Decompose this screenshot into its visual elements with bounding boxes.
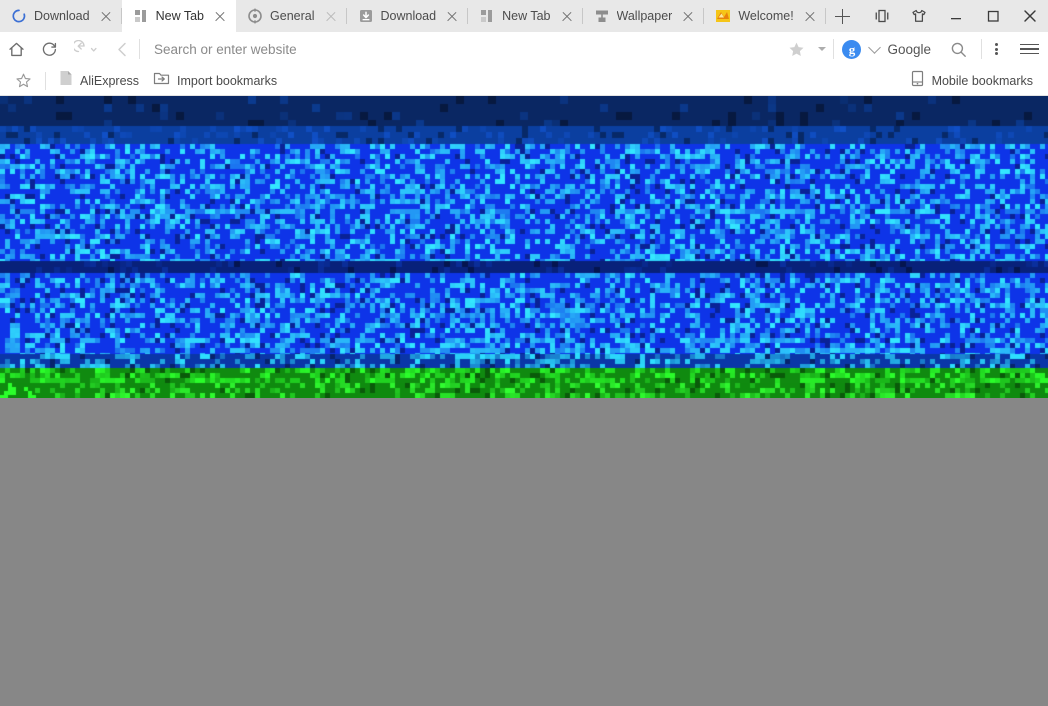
- mobile-phone-icon: [910, 70, 925, 92]
- reload-icon[interactable]: [33, 32, 66, 66]
- address-bar[interactable]: Search or enter website: [140, 32, 781, 66]
- window-controls: [863, 0, 1048, 32]
- bookmark-aliexpress[interactable]: AliExpress: [52, 69, 146, 93]
- corrupted-render-canvas: [0, 96, 1048, 398]
- tab-label: General: [270, 9, 315, 23]
- gear-target-icon: [247, 8, 263, 24]
- undo-arrow-icon[interactable]: [66, 32, 106, 66]
- star-outline-icon[interactable]: [781, 32, 811, 66]
- tab-new-tab-2[interactable]: New Tab: [468, 0, 583, 32]
- tab-close-button[interactable]: [321, 6, 341, 26]
- new-tab-button[interactable]: [826, 0, 860, 32]
- search-engine-selector[interactable]: g Google: [834, 32, 935, 66]
- navigation-toolbar: Search or enter website g Google: [0, 32, 1048, 66]
- google-badge-icon: g: [842, 39, 862, 59]
- chevron-left-icon[interactable]: [106, 32, 139, 66]
- bookmarks-divider: [45, 71, 46, 90]
- star-outline-icon: [16, 73, 31, 88]
- tshirt-icon[interactable]: [900, 0, 937, 32]
- bookmark-label: AliExpress: [80, 73, 140, 88]
- newtab-blocks-icon: [133, 8, 149, 24]
- chevron-down-icon: [868, 40, 882, 54]
- bookmark-import[interactable]: Import bookmarks: [146, 69, 284, 93]
- sidebar-panel-icon[interactable]: [863, 0, 900, 32]
- tab-wallpaper[interactable]: Wallpaper: [582, 0, 705, 32]
- tab-label: Download: [380, 9, 437, 23]
- tab-label: New Tab: [155, 9, 205, 23]
- tab-download-2[interactable]: Download: [346, 0, 469, 32]
- tab-general[interactable]: General: [236, 0, 347, 32]
- tab-close-button[interactable]: [210, 6, 230, 26]
- tab-close-button[interactable]: [557, 6, 577, 26]
- tab-close-button[interactable]: [442, 6, 462, 26]
- search-engine-name: Google: [887, 41, 931, 57]
- loading-spinner-icon: [11, 8, 27, 24]
- bookmarks-bar: AliExpress Import bookmarks Mobile bookm…: [0, 66, 1048, 96]
- paint-roller-icon: [594, 8, 610, 24]
- tab-close-button[interactable]: [96, 6, 116, 26]
- home-icon[interactable]: [0, 32, 33, 66]
- bookmark-dropdown-icon[interactable]: [811, 32, 833, 66]
- minimize-icon[interactable]: [937, 0, 974, 32]
- import-folder-icon: [153, 70, 170, 91]
- tab-label: Welcome!: [738, 9, 794, 23]
- tab-label: Download: [34, 9, 90, 23]
- maximize-icon[interactable]: [974, 0, 1011, 32]
- address-bar-placeholder: Search or enter website: [154, 41, 297, 57]
- page-content-area[interactable]: [0, 96, 1048, 706]
- page-icon: [59, 70, 73, 91]
- bookmark-mobile[interactable]: Mobile bookmarks: [903, 69, 1040, 93]
- tab-label: New Tab: [502, 9, 551, 23]
- tab-download-1[interactable]: Download: [0, 0, 122, 32]
- tab-welcome[interactable]: Welcome!: [704, 0, 826, 32]
- bookmark-label: Mobile bookmarks: [931, 73, 1033, 88]
- magnifier-icon[interactable]: [935, 32, 981, 66]
- tab-label: Wallpaper: [616, 9, 673, 23]
- bookmark-label: Import bookmarks: [177, 73, 278, 88]
- hamburger-icon[interactable]: [1010, 32, 1048, 66]
- tab-strip: Download New Tab General Download New Ta…: [0, 0, 1048, 32]
- download-box-icon: [358, 8, 374, 24]
- newtab-blocks-icon: [479, 8, 495, 24]
- tab-close-button[interactable]: [800, 6, 820, 26]
- maxthon-logo-icon: [715, 8, 731, 24]
- tab-close-button[interactable]: [678, 6, 698, 26]
- bookmark-star-button[interactable]: [8, 69, 39, 93]
- close-icon[interactable]: [1011, 0, 1048, 32]
- tab-new-tab-1[interactable]: New Tab: [121, 0, 237, 32]
- vertical-dots-icon[interactable]: [982, 32, 1010, 66]
